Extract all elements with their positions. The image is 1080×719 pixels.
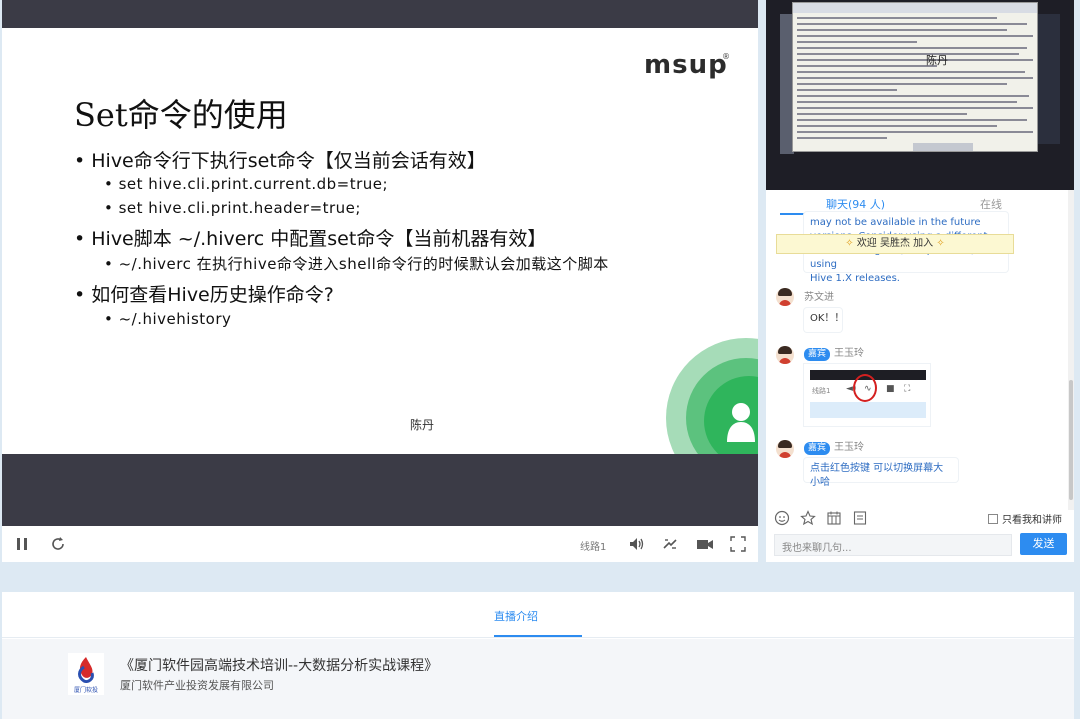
- chat-scrollbar-thumb[interactable]: [1069, 380, 1073, 500]
- slide-title: Set命令的使用: [74, 90, 288, 136]
- tab-live-intro-underline: [494, 635, 582, 637]
- previous-line-1: may not be available in the future: [810, 216, 1002, 230]
- camera-presenter-name: 陈丹: [926, 52, 948, 68]
- video-player[interactable]: msup ® Set命令的使用 • Hive命令行下执行set命令【仅当前会话有…: [2, 0, 758, 562]
- registered-mark: ®: [722, 52, 730, 61]
- red-highlight-circle: [853, 374, 877, 402]
- presenter-camera-feed[interactable]: [766, 0, 1074, 190]
- intro-body: 厦门软投 《厦门软件园高端技术培训--大数据分析实战课程》 厦门软件产业投资发展…: [2, 639, 1074, 719]
- chat-message-text: 点击红色按键 可以切换屏幕大小哈: [804, 458, 958, 482]
- slide-bullet-1-2: • set hive.cli.print.header=true;: [104, 199, 361, 217]
- slide-bullet-2-1: • ~/.hiverc 在执行hive命令进入shell命令行的时候默认会加载这…: [104, 253, 609, 274]
- tab-online[interactable]: 在线: [980, 196, 1002, 212]
- presentation-slide: msup ® Set命令的使用 • Hive命令行下执行set命令【仅当前会话有…: [2, 28, 758, 454]
- pause-icon[interactable]: [16, 537, 28, 551]
- live-intro-section: 直播介绍 厦门软投 《厦门软件园高端技术培训--大数据分析实战课程》 厦门软件产…: [2, 592, 1074, 719]
- welcome-text: 欢迎 吴胜杰 加入: [857, 238, 933, 249]
- tab-live-intro[interactable]: 直播介绍: [494, 608, 538, 624]
- company-logo: 厦门软投: [68, 653, 104, 695]
- welcome-banner: ✧ 欢迎 吴胜杰 加入 ✧: [776, 234, 1014, 254]
- slide-bullet-2: • Hive脚本 ~/.hiverc 中配置set命令【当前机器有效】: [74, 224, 546, 251]
- refresh-icon[interactable]: [50, 536, 66, 552]
- chat-message-image[interactable]: 线路1 ◄) ∿ ■ ⛶: [804, 364, 930, 426]
- volume-icon[interactable]: [628, 536, 646, 552]
- player-controls: 线路1: [2, 526, 758, 562]
- slide-bullet-3: • 如何查看Hive历史操作命令?: [74, 280, 334, 307]
- camera-side-panel: [1038, 14, 1060, 144]
- sender-name: 王玉玲: [834, 348, 864, 359]
- guest-badge: 嘉宾: [804, 442, 830, 455]
- party-icon: ✧: [845, 238, 853, 249]
- intro-tab-bar: 直播介绍: [2, 592, 1074, 638]
- previous-line-4: Hive 1.X releases.: [810, 272, 1002, 286]
- note-icon[interactable]: [852, 510, 868, 526]
- avatar: [776, 440, 794, 458]
- msup-logo: msup: [644, 50, 728, 80]
- party-icon: ✧: [936, 238, 944, 249]
- slide-bullet-3-1: • ~/.hivehistory: [104, 310, 231, 328]
- sender-name: 王玉玲: [834, 442, 864, 453]
- image-fullscreen-icon: ⛶: [904, 384, 910, 394]
- image-line-label: 线路1: [812, 386, 830, 396]
- company-logo-mark: 厦门软投: [68, 653, 104, 695]
- emoji-icon[interactable]: [774, 510, 790, 526]
- fullscreen-icon[interactable]: [730, 536, 746, 552]
- chat-message-text: OK！！: [804, 308, 842, 332]
- slide-presenter-name: 陈丹: [410, 416, 434, 433]
- video-bottom-band: [2, 454, 758, 526]
- guest-badge: 嘉宾: [804, 348, 830, 361]
- send-button[interactable]: 发送: [1020, 533, 1067, 555]
- video-top-band: [2, 0, 758, 28]
- avatar: [776, 346, 794, 364]
- camera-captured-screen: [792, 2, 1038, 152]
- only-me-filter[interactable]: 只看我和讲师: [988, 511, 1062, 526]
- message-sender-with-badge: 嘉宾王玉玲: [804, 344, 864, 361]
- gift-icon[interactable]: [800, 510, 816, 526]
- camera-icon[interactable]: [696, 537, 714, 551]
- message-sender-with-badge: 嘉宾王玉玲: [804, 438, 864, 455]
- tab-chat[interactable]: 聊天(94 人): [826, 196, 885, 212]
- avatar: [776, 288, 794, 306]
- slide-bullet-1: • Hive命令行下执行set命令【仅当前会话有效】: [74, 146, 486, 173]
- person-silhouette-icon: [724, 400, 758, 442]
- company-name: 厦门软件产业投资发展有限公司: [120, 677, 274, 693]
- only-me-checkbox[interactable]: [988, 514, 998, 524]
- message-sender: 苏文进: [804, 288, 834, 303]
- line-selector[interactable]: 线路1: [580, 538, 606, 553]
- only-me-label: 只看我和讲师: [1002, 511, 1062, 526]
- course-title: 《厦门软件园高端技术培训--大数据分析实战课程》: [120, 655, 438, 675]
- chat-input[interactable]: 我也来聊几句...: [774, 534, 1012, 556]
- calendar-icon[interactable]: [826, 510, 842, 526]
- switch-icon[interactable]: [662, 536, 678, 552]
- company-logo-text: 厦门软投: [74, 686, 98, 694]
- slide-bullet-1-1: • set hive.cli.print.current.db=true;: [104, 175, 388, 193]
- image-camera-icon: ■: [886, 384, 895, 394]
